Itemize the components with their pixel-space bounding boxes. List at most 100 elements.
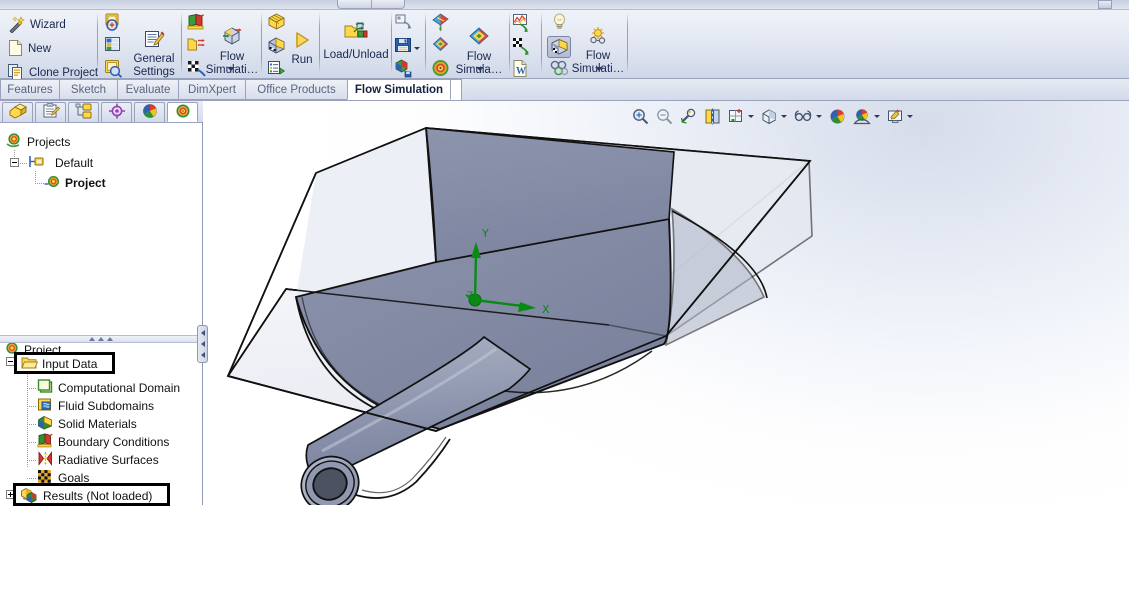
units-table-icon[interactable] [104, 36, 123, 58]
general-settings-button[interactable]: General Settings [125, 29, 183, 79]
dimxpert-manager-tab[interactable] [101, 102, 132, 122]
tab-evaluate[interactable]: Evaluate [117, 79, 179, 100]
ribbon-scroll-nub[interactable] [1098, 0, 1112, 9]
tree-item-projects[interactable]: Projects [6, 133, 71, 150]
flow-trajectories-icon[interactable] [431, 59, 450, 81]
run-play-icon [292, 31, 312, 52]
tree-splitter[interactable] [0, 335, 202, 343]
project-zoom-icon[interactable] [104, 13, 123, 35]
tab-sketch-label: Sketch [70, 83, 107, 96]
tree-item-computational-domain[interactable]: Computational Domain [37, 379, 181, 397]
svg-text:W: W [516, 66, 526, 77]
new-button[interactable]: New [8, 39, 51, 60]
solidworks-window: Wizard New Clone Project General Setting… [0, 0, 1129, 605]
tab-flow-simulation-label: Flow Simulation [354, 83, 444, 96]
tab-office-products-label: Office Products [257, 83, 336, 96]
results-surface-plot-icon [468, 27, 490, 50]
window-pin-control[interactable] [337, 0, 405, 9]
ribbon-group-flow-simulation-results: Flow Simula… [426, 9, 510, 78]
dimxpert-target-icon [108, 103, 126, 122]
tree-item-input-data-label: Input Data [42, 357, 98, 371]
xy-plot-icon[interactable] [512, 13, 531, 35]
load-unload-icon [343, 21, 369, 46]
general-settings-label-line2: Settings [133, 66, 175, 78]
flow-simulation-tree-icon [174, 103, 192, 122]
mesh-grid-icon[interactable] [267, 13, 286, 35]
export-results-icon[interactable] [394, 59, 413, 81]
tree-item-results-label: Results (Not loaded) [43, 489, 153, 503]
flow-sim-display-icon [587, 26, 609, 49]
projects-tree: Projects Default Project [0, 123, 202, 335]
panel-splitter-grip[interactable] [197, 325, 208, 363]
feature-manager-icon [9, 103, 27, 122]
project-search-icon[interactable] [104, 59, 123, 81]
cut-plot-icon[interactable] [431, 13, 450, 35]
tree-item-default-config[interactable]: Default [29, 155, 93, 171]
tab-office-products[interactable]: Office Products [245, 79, 348, 100]
configuration-manager-icon [75, 103, 93, 122]
tab-flow-simulation[interactable]: Flow Simulation [347, 79, 451, 100]
model-geometry[interactable]: Y X Z [204, 101, 1129, 505]
light-bulb-icon[interactable] [550, 12, 569, 35]
tree-item-solid-materials[interactable]: Solid Materials [37, 415, 137, 433]
tab-evaluate-label: Evaluate [125, 83, 171, 96]
tab-overflow-stub [450, 79, 462, 100]
projects-expander[interactable] [10, 158, 19, 167]
tree-item-computational-domain-label: Computational Domain [58, 381, 181, 395]
report-word-icon[interactable]: W [512, 59, 531, 81]
run-button[interactable]: Run [285, 31, 319, 67]
ribbon-toolbar: Wizard New Clone Project General Setting… [0, 0, 1129, 81]
graphics-viewport[interactable]: Y X Z [204, 101, 1129, 505]
tree-item-fluid-subdomains-label: Fluid Subdomains [58, 399, 155, 413]
property-manager-tab[interactable] [35, 102, 66, 122]
mesh-solid-icon[interactable] [267, 36, 286, 58]
input-data-folder-icon [21, 355, 39, 373]
command-manager-tabs: Features Sketch Evaluate DimXpert Office… [0, 79, 1129, 101]
tab-features[interactable]: Features [0, 79, 60, 100]
flow-simulation-tools-dropdown[interactable] [227, 67, 235, 71]
tab-features-label: Features [7, 83, 53, 96]
results-save-dropdown[interactable] [414, 47, 420, 50]
triad-z-label: Z [467, 291, 473, 301]
flow-simulation-results-dropdown[interactable] [476, 67, 484, 71]
tab-dimxpert[interactable]: DimXpert [178, 79, 246, 100]
solver-list-icon[interactable] [267, 59, 286, 81]
tree-item-fluid-subdomains[interactable]: Fluid Subdomains [37, 398, 154, 414]
flow-simulation-display-dropdown[interactable] [595, 67, 603, 71]
analysis-tree: Project Input Data Computational Domain … [0, 343, 202, 605]
tab-dimxpert-label: DimXpert [188, 83, 236, 96]
flow-sim-tools-label-line1: Flow [219, 51, 245, 63]
display-model-icon[interactable] [547, 36, 571, 58]
wand-icon [8, 15, 25, 36]
tree-item-boundary-conditions[interactable]: Boundary Conditions [37, 433, 170, 451]
feature-manager-tab[interactable] [2, 102, 33, 122]
results-icon [20, 487, 39, 506]
tree-item-projects-label: Projects [27, 135, 71, 149]
display-manager-tab[interactable] [134, 102, 165, 122]
boundary-conditions-icon [37, 433, 54, 451]
tree-item-results[interactable]: Results (Not loaded) [20, 487, 153, 506]
surface-plot-icon[interactable] [431, 36, 450, 58]
configuration-manager-tab[interactable] [68, 102, 99, 122]
tree-item-radiative-surfaces[interactable]: Radiative Surfaces [37, 451, 159, 468]
ribbon-group-run: Run [262, 9, 320, 78]
display-manager-sphere-icon [141, 103, 159, 122]
new-document-icon [8, 40, 23, 59]
tree-item-boundary-conditions-label: Boundary Conditions [58, 435, 170, 449]
tab-sketch[interactable]: Sketch [59, 79, 118, 100]
fluid-subdomains-icon [37, 397, 54, 415]
ribbon-group-flow-simulation-tools: Flow Simulati… [182, 9, 262, 78]
batch-results-icon[interactable] [394, 13, 413, 35]
display-geometry-icon[interactable] [550, 59, 569, 81]
goal-plot-icon[interactable] [512, 36, 531, 58]
computational-domain-icon [37, 379, 54, 397]
solid-materials-icon [37, 415, 54, 433]
run-label: Run [291, 54, 313, 66]
tree-item-input-data[interactable]: Input Data [21, 356, 97, 372]
tree-item-project[interactable]: Project [44, 175, 106, 191]
wizard-button[interactable]: Wizard [8, 15, 66, 36]
save-results-icon[interactable] [394, 36, 413, 58]
flow-simulation-manager-tab[interactable] [167, 102, 198, 122]
ribbon-group-general-settings: General Settings [98, 9, 182, 78]
load-unload-button[interactable]: Load/Unload [323, 21, 389, 62]
